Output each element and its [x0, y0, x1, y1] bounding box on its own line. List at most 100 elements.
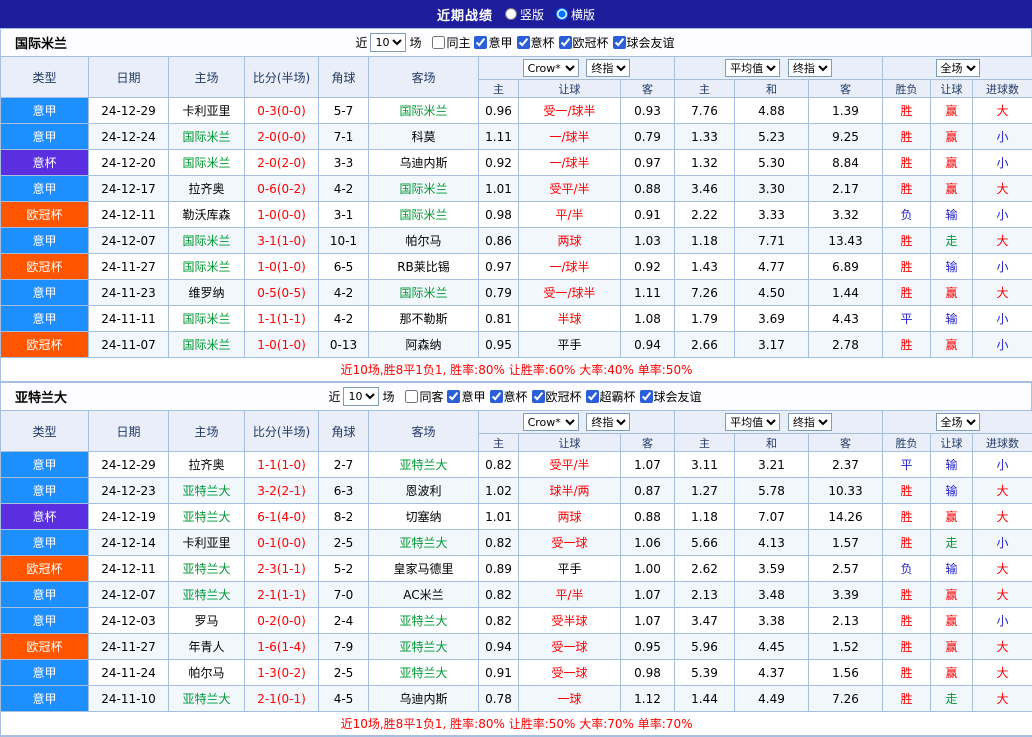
league-badge: 意甲 [1, 478, 89, 504]
result-outcome: 胜 [883, 582, 931, 608]
match-score: 2-1(0-1) [245, 686, 319, 712]
filter-checkbox[interactable]: 欧冠杯 [530, 388, 582, 405]
avg-odds-away: 7.26 [809, 686, 883, 712]
col-result-wdl: 胜负 [883, 80, 931, 98]
match-row: 欧冠杯24-11-07国际米兰1-0(1-0)0-13阿森纳0.95平手0.94… [1, 332, 1032, 358]
checkbox-input[interactable] [559, 36, 572, 49]
avg-odds-away: 2.57 [809, 556, 883, 582]
avg-final-select[interactable]: 终指 [788, 413, 832, 431]
league-badge: 意甲 [1, 582, 89, 608]
bookmaker-select[interactable]: Crow* [523, 59, 579, 77]
col-date: 日期 [89, 411, 169, 452]
handicap-odds-away: 0.87 [621, 478, 675, 504]
checkbox-label: 球会友谊 [654, 388, 702, 405]
checkbox-input[interactable] [405, 390, 418, 403]
avg-final-select[interactable]: 终指 [788, 59, 832, 77]
match-date: 24-12-17 [89, 176, 169, 202]
match-row: 意杯24-12-20国际米兰2-0(2-0)3-3乌迪内斯0.92一/球半0.9… [1, 150, 1032, 176]
corner-score: 2-5 [319, 660, 369, 686]
result-goals: 小 [973, 306, 1032, 332]
match-date: 24-12-29 [89, 98, 169, 124]
filter-checkbox[interactable]: 球会友谊 [611, 34, 675, 51]
away-team: 国际米兰 [369, 280, 479, 306]
checkbox-input[interactable] [586, 390, 599, 403]
bookmaker-select[interactable]: Crow* [523, 413, 579, 431]
final-odds-select[interactable]: 终指 [586, 413, 630, 431]
filter-checkbox[interactable]: 同客 [403, 388, 443, 405]
corner-score: 2-5 [319, 530, 369, 556]
avg-source-header: 平均值 终指 [675, 411, 883, 434]
recent-count-select[interactable]: 10 [370, 33, 406, 52]
filter-checkbox[interactable]: 同主 [430, 34, 470, 51]
col-score: 比分(半场) [245, 411, 319, 452]
filter-checkbox[interactable]: 球会友谊 [638, 388, 702, 405]
scope-select[interactable]: 全场 [936, 59, 980, 77]
matches-table: 类型 日期 主场 比分(半场) 角球 客场 Crow* 终指 平均值 终指 [0, 56, 1032, 382]
avg-odds-draw: 4.37 [735, 660, 809, 686]
filter-checkbox[interactable]: 意甲 [445, 388, 485, 405]
handicap-line: 平/半 [519, 582, 621, 608]
col-handicap: 让球 [519, 80, 621, 98]
horizontal-layout-radio[interactable] [556, 8, 568, 20]
filter-checkbox[interactable]: 超霸杯 [584, 388, 636, 405]
average-select[interactable]: 平均值 [725, 59, 780, 77]
match-row: 意甲24-12-07国际米兰3-1(1-0)10-1帕尔马0.86两球1.031… [1, 228, 1032, 254]
handicap-odds-away: 0.94 [621, 332, 675, 358]
topbar: 近期战绩 竖版 横版 [0, 0, 1032, 28]
handicap-odds-away: 0.88 [621, 176, 675, 202]
checkbox-label: 超霸杯 [600, 388, 636, 405]
col-avg-home: 主 [675, 434, 735, 452]
checkbox-input[interactable] [640, 390, 653, 403]
filter-checkbox[interactable]: 欧冠杯 [557, 34, 609, 51]
recent-count-select[interactable]: 10 [343, 387, 379, 406]
handicap-odds-home: 0.82 [479, 530, 519, 556]
average-select[interactable]: 平均值 [725, 413, 780, 431]
result-goals: 小 [973, 254, 1032, 280]
col-avg-draw: 和 [735, 80, 809, 98]
layout-radio-horizontal[interactable]: 横版 [556, 6, 595, 23]
corner-score: 2-4 [319, 608, 369, 634]
away-team: 皇家马德里 [369, 556, 479, 582]
avg-odds-draw: 4.45 [735, 634, 809, 660]
checkbox-input[interactable] [517, 36, 530, 49]
avg-odds-away: 1.52 [809, 634, 883, 660]
matches-label: 场 [409, 34, 421, 51]
checkbox-label: 同客 [419, 388, 443, 405]
league-badge: 意甲 [1, 306, 89, 332]
result-goals: 小 [973, 124, 1032, 150]
match-row: 意甲24-12-29拉齐奥1-1(1-0)2-7亚特兰大0.82受平/半1.07… [1, 452, 1032, 478]
home-team: 国际米兰 [169, 332, 245, 358]
corner-score: 6-5 [319, 254, 369, 280]
result-handicap: 赢 [931, 660, 973, 686]
league-badge: 意杯 [1, 150, 89, 176]
avg-odds-home: 1.18 [675, 504, 735, 530]
recent-results-page: 近期战绩 竖版 横版 国际米兰 近 10 场 同主意甲意杯欧冠杯球会友谊 [0, 0, 1032, 737]
handicap-odds-away: 0.88 [621, 504, 675, 530]
avg-odds-home: 5.39 [675, 660, 735, 686]
scope-header: 全场 [883, 57, 1032, 80]
checkbox-input[interactable] [490, 390, 503, 403]
handicap-odds-away: 0.95 [621, 634, 675, 660]
checkbox-input[interactable] [447, 390, 460, 403]
layout-radio-vertical[interactable]: 竖版 [505, 6, 544, 23]
checkbox-input[interactable] [613, 36, 626, 49]
avg-odds-home: 1.18 [675, 228, 735, 254]
scope-select[interactable]: 全场 [936, 413, 980, 431]
filter-checkbox[interactable]: 意甲 [472, 34, 512, 51]
checkbox-input[interactable] [432, 36, 445, 49]
checkbox-input[interactable] [532, 390, 545, 403]
result-handicap: 输 [931, 452, 973, 478]
final-odds-select[interactable]: 终指 [586, 59, 630, 77]
col-avg-away: 客 [809, 434, 883, 452]
checkbox-label: 欧冠杯 [573, 34, 609, 51]
result-outcome: 胜 [883, 530, 931, 556]
filter-checkbox[interactable]: 意杯 [515, 34, 555, 51]
away-team: 亚特兰大 [369, 608, 479, 634]
avg-odds-away: 1.39 [809, 98, 883, 124]
filter-checkbox[interactable]: 意杯 [488, 388, 528, 405]
handicap-odds-away: 1.07 [621, 608, 675, 634]
corner-score: 5-7 [319, 98, 369, 124]
checkbox-input[interactable] [474, 36, 487, 49]
avg-odds-away: 1.56 [809, 660, 883, 686]
vertical-layout-radio[interactable] [505, 8, 517, 20]
